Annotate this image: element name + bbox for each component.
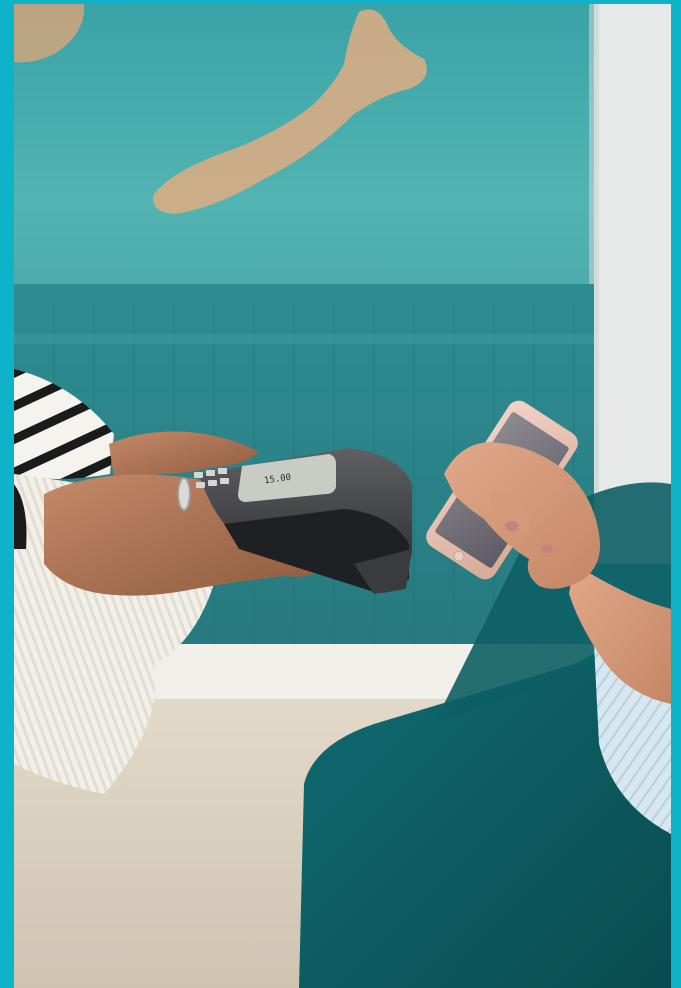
- photo-frame: 15.00: [0, 0, 681, 988]
- silver-ring: [177, 477, 191, 511]
- wall-pillar: [594, 4, 671, 564]
- photo-illustration: 15.00: [14, 4, 671, 988]
- fingernail: [505, 521, 519, 531]
- contactless-payment-photo: 15.00: [14, 4, 671, 988]
